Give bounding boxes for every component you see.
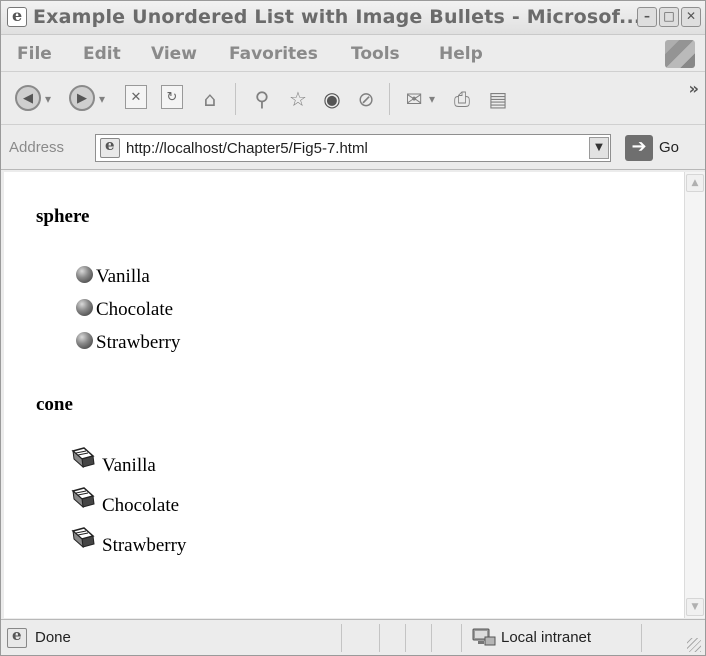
menu-view[interactable]: View bbox=[151, 44, 197, 64]
menu-help[interactable]: Help bbox=[439, 44, 483, 64]
go-button[interactable]: Go bbox=[659, 139, 679, 156]
local-intranet-icon bbox=[472, 628, 496, 646]
sphere-bullet-icon bbox=[76, 332, 93, 349]
mail-icon[interactable]: ✉ bbox=[401, 85, 427, 113]
refresh-icon[interactable]: ↻ bbox=[161, 85, 183, 109]
address-bar: Address ▼ ➔ Go bbox=[1, 126, 705, 170]
forward-dropdown-icon[interactable]: ▾ bbox=[99, 85, 105, 113]
toolbar: ◀ ▾ ▶ ▾ ✕ ↻ ⌂ ⚲ ☆ ◉ ⊘ ✉ ▾ ⎙ ▤ » bbox=[1, 73, 705, 125]
menu-bar: File Edit View Favorites Tools Help bbox=[1, 36, 705, 72]
address-field[interactable]: ▼ bbox=[95, 134, 611, 162]
toolbar-separator bbox=[389, 83, 390, 115]
scroll-down-icon[interactable]: ▼ bbox=[686, 598, 704, 616]
list-item: Vanilla bbox=[70, 444, 186, 484]
stop-icon[interactable]: ✕ bbox=[125, 85, 147, 109]
list-item: Vanilla bbox=[70, 260, 180, 293]
close-button[interactable]: ✕ bbox=[681, 7, 701, 27]
edit-icon[interactable]: ▤ bbox=[485, 85, 511, 113]
sphere-list: Vanilla Chocolate Strawberry bbox=[70, 260, 180, 359]
cone-bullet-icon bbox=[71, 487, 95, 508]
list-item: Strawberry bbox=[70, 524, 186, 564]
search-icon[interactable]: ⚲ bbox=[249, 85, 275, 113]
title-bar: Example Unordered List with Image Bullet… bbox=[1, 1, 705, 35]
windows-flag-icon bbox=[665, 40, 695, 68]
browser-window: Example Unordered List with Image Bullet… bbox=[0, 0, 706, 656]
toolbar-separator bbox=[235, 83, 236, 115]
zone-text: Local intranet bbox=[501, 629, 592, 646]
back-icon[interactable]: ◀ bbox=[15, 85, 41, 111]
resize-grip-icon[interactable] bbox=[687, 638, 701, 652]
status-bar: Done Local intranet bbox=[1, 619, 705, 655]
scroll-up-icon[interactable]: ▲ bbox=[686, 174, 704, 192]
sphere-bullet-icon bbox=[76, 266, 93, 283]
go-arrow-icon[interactable]: ➔ bbox=[625, 135, 653, 161]
favorites-icon[interactable]: ☆ bbox=[285, 85, 311, 113]
address-dropdown-icon[interactable]: ▼ bbox=[589, 137, 609, 159]
maximize-button[interactable]: □ bbox=[659, 7, 679, 27]
status-text: Done bbox=[35, 629, 71, 646]
menu-favorites[interactable]: Favorites bbox=[229, 44, 318, 64]
sphere-heading: sphere bbox=[36, 206, 90, 227]
page-content: sphere Vanilla Chocolate Strawberry cone… bbox=[4, 172, 684, 618]
page-status-icon bbox=[7, 626, 27, 648]
history-icon[interactable]: ⊘ bbox=[353, 85, 379, 113]
list-item: Chocolate bbox=[70, 484, 186, 524]
home-icon[interactable]: ⌂ bbox=[197, 85, 223, 113]
ie-icon bbox=[7, 6, 27, 27]
address-input[interactable] bbox=[126, 137, 576, 159]
menu-file[interactable]: File bbox=[17, 44, 52, 64]
window-title: Example Unordered List with Image Bullet… bbox=[33, 6, 642, 28]
forward-icon[interactable]: ▶ bbox=[69, 85, 95, 111]
toolbar-more-icon[interactable]: » bbox=[689, 79, 699, 98]
status-divider bbox=[341, 624, 342, 652]
sphere-bullet-icon bbox=[76, 299, 93, 316]
menu-tools[interactable]: Tools bbox=[351, 44, 400, 64]
status-divider bbox=[431, 624, 432, 652]
vertical-scrollbar[interactable]: ▲ ▼ bbox=[684, 172, 705, 618]
mail-dropdown-icon[interactable]: ▾ bbox=[429, 85, 435, 113]
menu-edit[interactable]: Edit bbox=[83, 44, 121, 64]
status-divider bbox=[379, 624, 380, 652]
page-icon bbox=[100, 136, 120, 158]
address-label: Address bbox=[9, 139, 65, 156]
list-item: Strawberry bbox=[70, 326, 180, 359]
minimize-button[interactable]: – bbox=[637, 7, 657, 27]
status-divider bbox=[641, 624, 642, 652]
cone-bullet-icon bbox=[71, 527, 95, 548]
status-divider bbox=[405, 624, 406, 652]
back-dropdown-icon[interactable]: ▾ bbox=[45, 85, 51, 113]
cone-bullet-icon bbox=[71, 447, 95, 468]
cone-list: Vanilla Chocolate Strawberry bbox=[70, 444, 186, 564]
status-divider bbox=[461, 624, 462, 652]
media-icon[interactable]: ◉ bbox=[319, 85, 345, 113]
cone-heading: cone bbox=[36, 394, 73, 415]
print-icon[interactable]: ⎙ bbox=[449, 85, 475, 113]
list-item: Chocolate bbox=[70, 293, 180, 326]
